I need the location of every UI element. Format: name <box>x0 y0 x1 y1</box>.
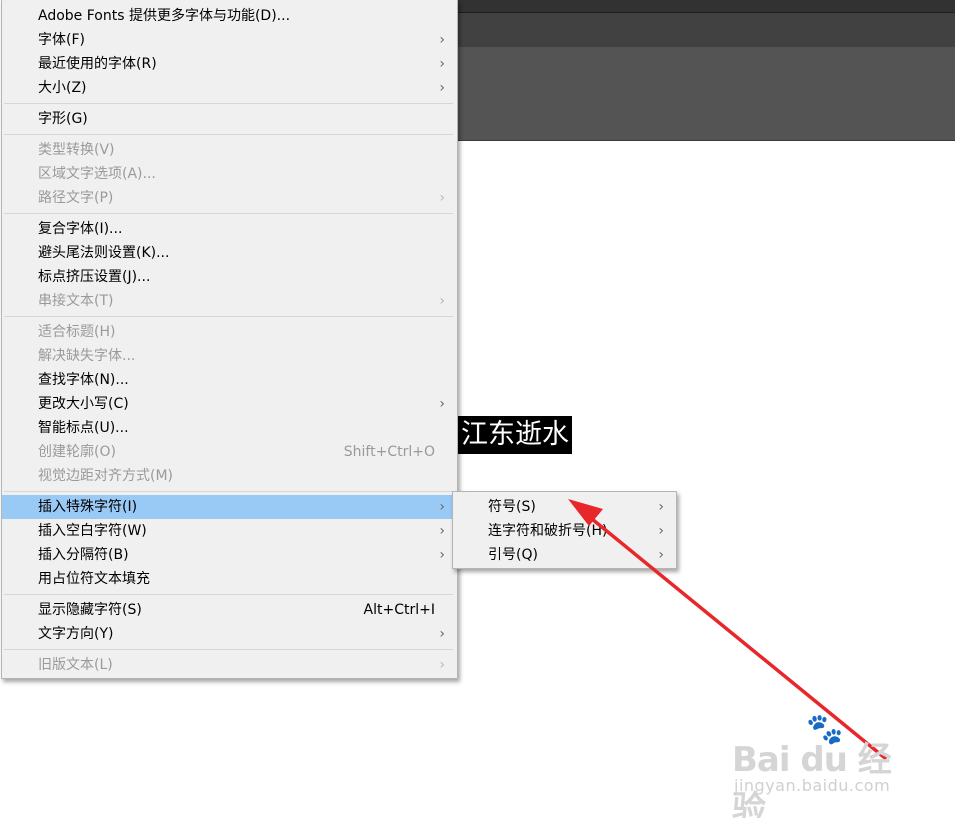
menu-item-label: 区域文字选项(A)... <box>38 166 156 182</box>
menu-item[interactable]: 解决缺失字体... <box>2 344 457 368</box>
menu-item-shortcut: Shift+Ctrl+O <box>343 444 435 460</box>
menu-item[interactable]: 适合标题(H) <box>2 320 457 344</box>
menu-item[interactable]: 避头尾法则设置(K)... <box>2 241 457 265</box>
type-context-menu: Adobe Fonts 提供更多字体与功能(D)... 字体(F) › 最近使用的字体… <box>1 0 458 679</box>
menu-item[interactable]: 视觉边距对齐方式(M) <box>2 464 457 488</box>
menu-item[interactable]: 文字方向(Y) › <box>2 622 457 646</box>
menu-item[interactable]: 标点挤压设置(J)... <box>2 265 457 289</box>
menu-item-label: 插入特殊字符(I) <box>38 499 138 515</box>
menu-item[interactable]: 插入分隔符(B) › <box>2 543 457 567</box>
app-title-bar <box>455 0 955 12</box>
menu-item-label: 类型转换(V) <box>38 142 115 158</box>
menu-item-label: 避头尾法则设置(K)... <box>38 245 170 261</box>
chevron-right-icon: › <box>439 547 445 563</box>
chevron-right-icon: › <box>439 190 445 206</box>
insert-special-character-submenu: 符号(S) › 连字符和破折号(H) › 引号(Q) › <box>452 491 677 569</box>
menu-item-label: 大小(Z) <box>38 80 87 96</box>
menu-item-label: 智能标点(U)... <box>38 420 129 436</box>
menu-item[interactable]: 字形(G) <box>2 107 457 131</box>
menu-item-label: 文字方向(Y) <box>38 626 114 642</box>
submenu-item[interactable]: 引号(Q) › <box>453 543 676 567</box>
menu-item[interactable]: 字体(F) › <box>2 28 457 52</box>
menu-item-label: 插入空白字符(W) <box>38 523 147 539</box>
watermark-url: jingyan.baidu.com <box>734 776 891 795</box>
menu-item[interactable]: 最近使用的字体(R) › <box>2 52 457 76</box>
menu-item[interactable]: 插入空白字符(W) › <box>2 519 457 543</box>
chevron-right-icon: › <box>439 293 445 309</box>
menu-item[interactable]: 查找字体(N)... <box>2 368 457 392</box>
menu-item-label: 创建轮廓(O) <box>38 444 116 460</box>
menu-item-label: 旧版文本(L) <box>38 657 113 673</box>
menu-item-label: 查找字体(N)... <box>38 372 129 388</box>
menu-item-label: 适合标题(H) <box>38 324 116 340</box>
menu-separator <box>4 316 453 317</box>
menu-item[interactable]: 区域文字选项(A)... <box>2 162 457 186</box>
menu-item-label: 解决缺失字体... <box>38 348 136 364</box>
menu-separator <box>4 213 453 214</box>
chevron-right-icon: › <box>658 523 664 539</box>
menu-item-label: 字体(F) <box>38 32 85 48</box>
menu-separator <box>4 594 453 595</box>
menu-item[interactable]: 大小(Z) › <box>2 76 457 100</box>
menu-item-label: 串接文本(T) <box>38 293 114 309</box>
menu-item-label: 标点挤压设置(J)... <box>38 269 151 285</box>
menu-item-label: 插入分隔符(B) <box>38 547 129 563</box>
submenu-item-label: 引号(Q) <box>488 547 538 563</box>
menu-item[interactable]: 显示隐藏字符(S) Alt+Ctrl+I <box>2 598 457 622</box>
menu-item[interactable]: Adobe Fonts 提供更多字体与功能(D)... <box>2 4 457 28</box>
app-toolbar <box>455 13 955 47</box>
menu-separator <box>4 491 453 492</box>
menu-item[interactable]: 创建轮廓(O) Shift+Ctrl+O <box>2 440 457 464</box>
control-panel <box>455 47 955 141</box>
baidu-watermark: 🐾 Bai du 经验 jingyan.baidu.com <box>732 712 907 818</box>
menu-item-label: 字形(G) <box>38 111 88 127</box>
submenu-item[interactable]: 连字符和破折号(H) › <box>453 519 676 543</box>
menu-item-label: 最近使用的字体(R) <box>38 56 157 72</box>
menu-separator <box>4 649 453 650</box>
menu-item[interactable]: 插入特殊字符(I) › <box>2 495 457 519</box>
menu-item[interactable]: 类型转换(V) <box>2 138 457 162</box>
menu-item[interactable]: 用占位符文本填充 <box>2 567 457 591</box>
submenu-item-label: 连字符和破折号(H) <box>488 523 608 539</box>
menu-item[interactable]: 复合字体(I)... <box>2 217 457 241</box>
menu-item-label: 更改大小写(C) <box>38 396 129 412</box>
submenu-item[interactable]: 符号(S) › <box>453 495 676 519</box>
chevron-right-icon: › <box>439 56 445 72</box>
chevron-right-icon: › <box>439 396 445 412</box>
menu-item-label: Adobe Fonts 提供更多字体与功能(D)... <box>38 8 291 24</box>
menu-item-shortcut: Alt+Ctrl+I <box>363 602 435 618</box>
chevron-right-icon: › <box>658 547 664 563</box>
chevron-right-icon: › <box>439 657 445 673</box>
chevron-right-icon: › <box>439 80 445 96</box>
submenu-item-label: 符号(S) <box>488 499 536 515</box>
chevron-right-icon: › <box>658 499 664 515</box>
menu-item[interactable]: 更改大小写(C) › <box>2 392 457 416</box>
chevron-right-icon: › <box>439 523 445 539</box>
chevron-right-icon: › <box>439 32 445 48</box>
menu-item-label: 显示隐藏字符(S) <box>38 602 142 618</box>
chevron-right-icon: › <box>439 499 445 515</box>
menu-item[interactable]: 智能标点(U)... <box>2 416 457 440</box>
menu-item[interactable]: 串接文本(T) › <box>2 289 457 313</box>
watermark-logo: Bai du 经验 <box>732 740 892 818</box>
chevron-right-icon: › <box>439 626 445 642</box>
menu-separator <box>4 134 453 135</box>
menu-item-label: 复合字体(I)... <box>38 221 123 237</box>
menu-separator <box>4 103 453 104</box>
menu-item[interactable]: 旧版文本(L) › <box>2 653 457 677</box>
menu-item-label: 路径文字(P) <box>38 190 114 206</box>
selected-canvas-text[interactable]: 江东逝水 <box>458 416 572 454</box>
menu-item-label: 视觉边距对齐方式(M) <box>38 468 174 484</box>
menu-item[interactable]: 路径文字(P) › <box>2 186 457 210</box>
menu-item-label: 用占位符文本填充 <box>38 571 150 587</box>
